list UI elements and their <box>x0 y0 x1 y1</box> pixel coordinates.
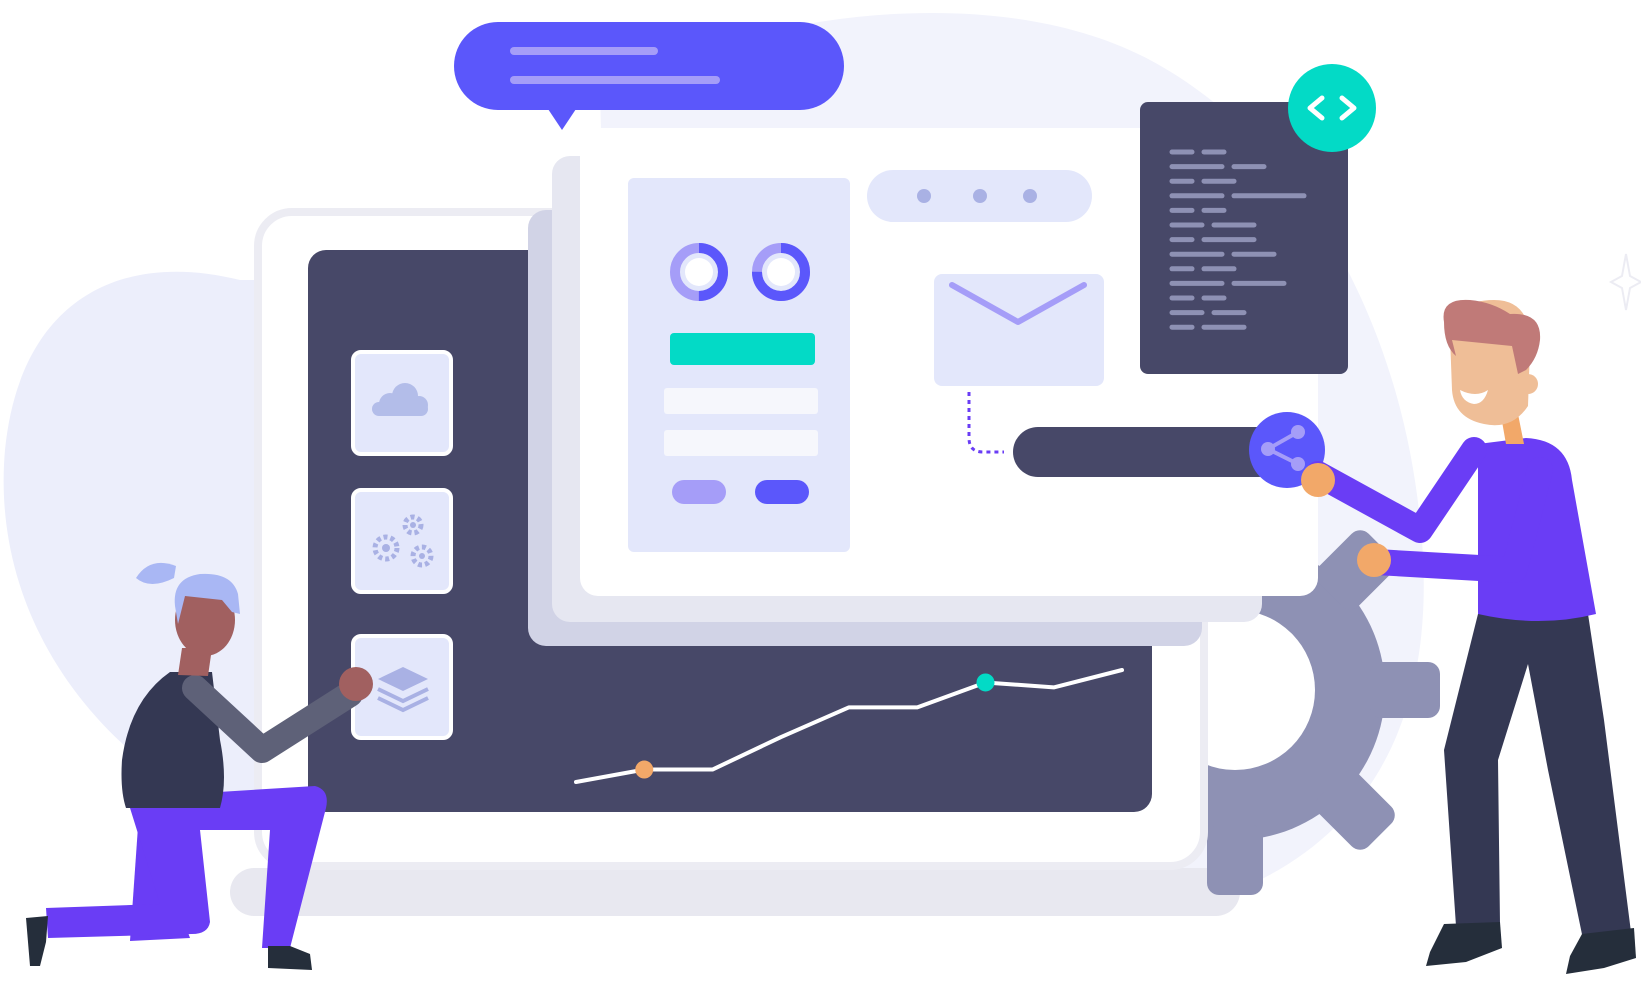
code-badge[interactable] <box>1288 64 1376 152</box>
donut-hole <box>685 258 713 286</box>
form-card <box>628 178 850 552</box>
sidebar-tile-cloud[interactable] <box>351 350 453 456</box>
sidebar-tile-settings[interactable] <box>351 488 453 594</box>
laptop-base-shadow <box>230 868 1240 916</box>
progress-track <box>1013 427 1283 477</box>
donut-hole <box>767 258 795 286</box>
illustration-scene <box>3 12 1641 974</box>
chart-point[interactable] <box>976 673 995 692</box>
chart-point[interactable] <box>635 760 654 779</box>
pagination-dots <box>867 170 1092 222</box>
sparkle-icon <box>1608 253 1641 311</box>
form-input-1[interactable] <box>664 388 818 414</box>
primary-pill-button[interactable] <box>755 480 809 504</box>
secondary-pill-button[interactable] <box>672 480 726 504</box>
mail-card[interactable] <box>934 274 1104 386</box>
form-input-2[interactable] <box>664 430 818 456</box>
teal-submit-button[interactable] <box>670 333 815 365</box>
